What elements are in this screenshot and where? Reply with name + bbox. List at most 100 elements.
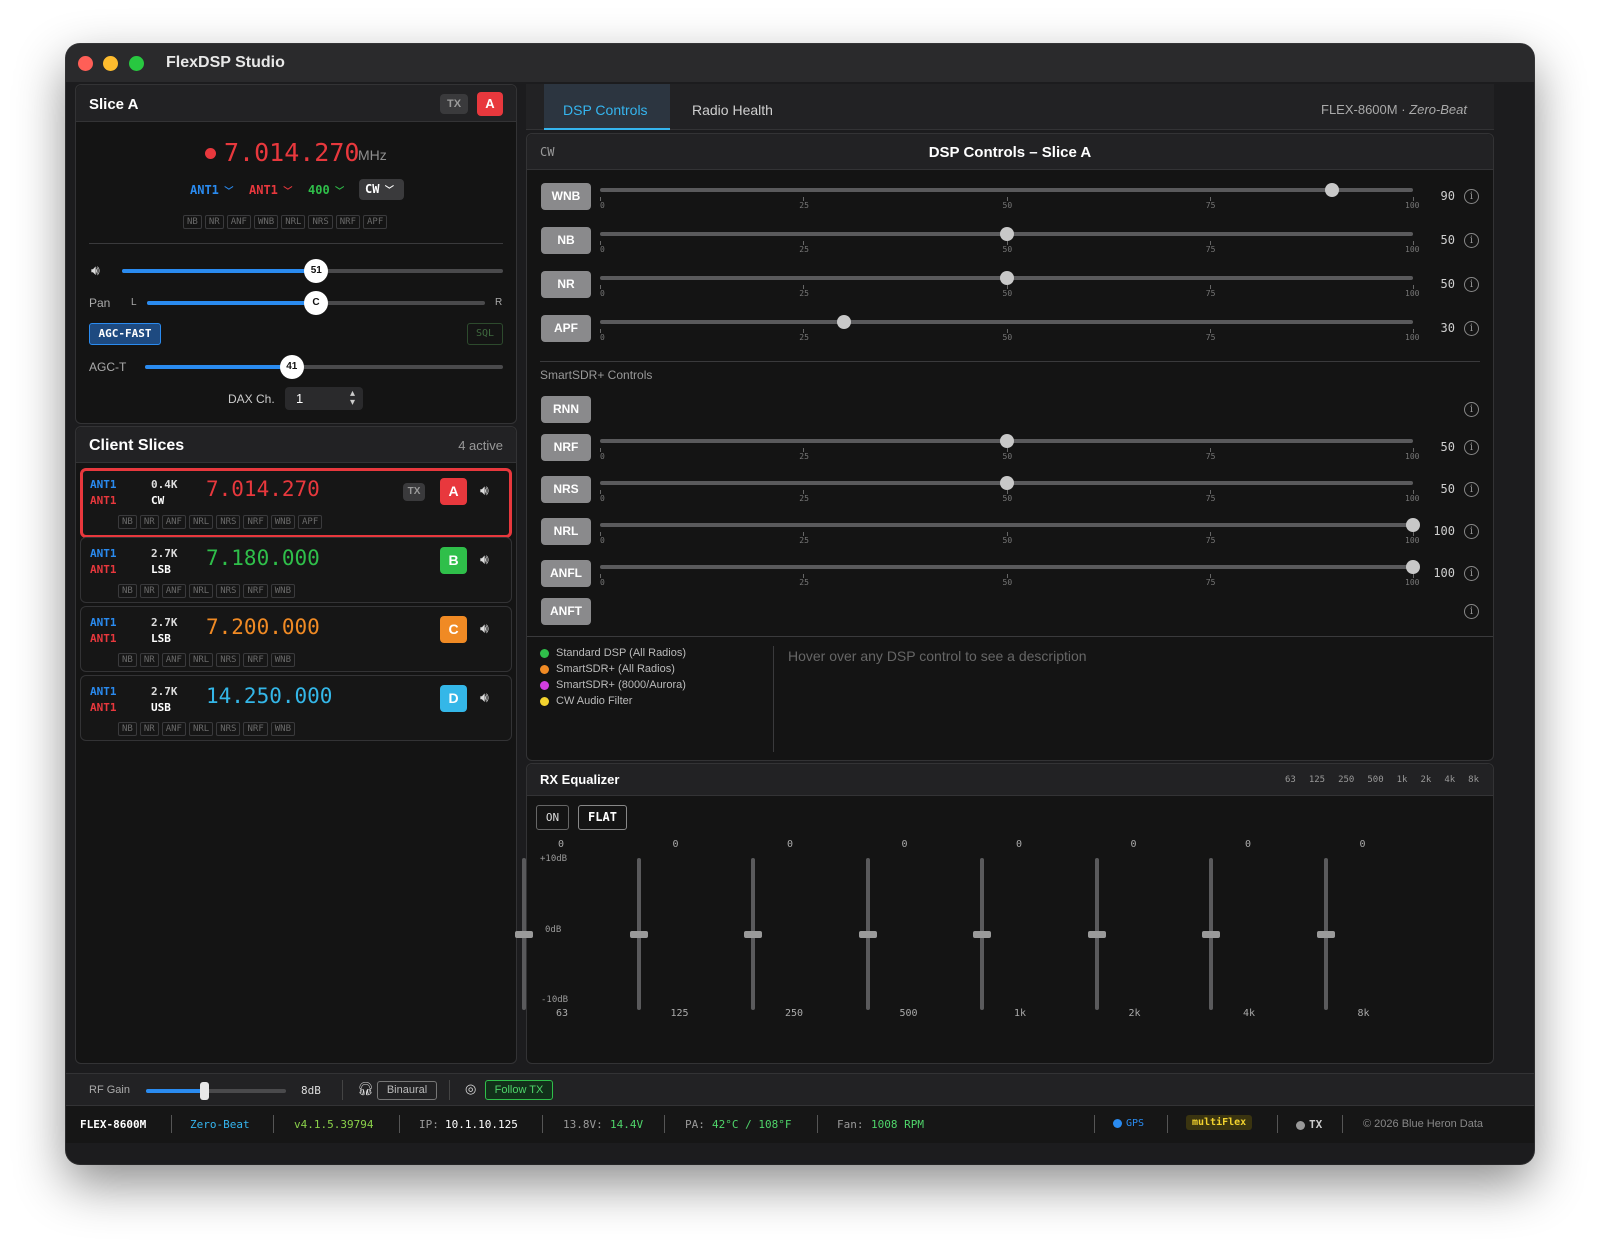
rf-gain-knob[interactable]: [200, 1082, 210, 1100]
agc-mode-button[interactable]: AGC-FAST: [89, 323, 161, 345]
dsp-toggle-nr[interactable]: NR: [541, 271, 591, 298]
dsp-chip[interactable]: WNB: [270, 515, 296, 529]
dsp-chip[interactable]: ANF: [161, 515, 186, 529]
close-window-button[interactable]: [78, 56, 93, 71]
agct-slider[interactable]: 41: [145, 355, 503, 379]
slice-row-frequency[interactable]: 7.014.270: [206, 477, 320, 501]
eq-slider-handle[interactable]: [629, 931, 648, 938]
eq-slider-handle[interactable]: [858, 931, 877, 938]
filter-select[interactable]: 400 ﹀: [308, 183, 344, 197]
multiflex-badge[interactable]: multiFlex: [1186, 1115, 1253, 1130]
dsp-slider-anfl[interactable]: [600, 560, 1420, 574]
speaker-icon[interactable]: 🔊︎: [91, 262, 100, 279]
dsp-slider-nr[interactable]: [600, 271, 1413, 285]
info-icon[interactable]: i: [1464, 402, 1479, 417]
dsp-slider-knob[interactable]: [836, 315, 851, 329]
info-icon[interactable]: i: [1464, 277, 1479, 292]
slice-row[interactable]: ANT1 ANT1 0.4K CW 7.014.270 TX A 🔊︎ NB NR ANF NRL NR…: [80, 468, 512, 538]
follow-tx-button[interactable]: Follow TX: [485, 1080, 553, 1100]
maximize-window-button[interactable]: [129, 56, 144, 71]
dsp-toggle-wnb[interactable]: WNB: [541, 183, 591, 210]
dsp-chip[interactable]: NRL: [188, 653, 214, 667]
info-icon[interactable]: i: [1464, 482, 1479, 497]
volume-slider[interactable]: 51: [122, 259, 503, 283]
dsp-slider-nrf[interactable]: [600, 434, 1413, 448]
slice-row[interactable]: ANT1 ANT1 2.7K LSB 7.200.000 C 🔊︎ NB NR ANF NRL NRS…: [80, 606, 512, 672]
rx-antenna-select[interactable]: ANT1 ﹀: [190, 183, 233, 197]
dsp-chip[interactable]: NRL: [188, 722, 214, 736]
speaker-icon[interactable]: 🔊︎: [480, 689, 489, 706]
info-icon[interactable]: i: [1464, 189, 1479, 204]
info-icon[interactable]: i: [1464, 604, 1479, 619]
slice-row-letter-badge[interactable]: A: [440, 478, 467, 505]
dsp-chip[interactable]: APF: [363, 215, 388, 229]
dsp-chip[interactable]: NRF: [243, 653, 268, 667]
info-icon[interactable]: i: [1464, 233, 1479, 248]
dsp-chip[interactable]: NRL: [188, 584, 214, 598]
info-icon[interactable]: i: [1464, 321, 1479, 336]
dsp-chip[interactable]: NB: [118, 584, 137, 598]
dsp-chip[interactable]: NRS: [216, 722, 241, 736]
eq-slider-handle[interactable]: [1316, 931, 1335, 938]
dsp-chip[interactable]: NB: [183, 215, 202, 229]
dsp-toggle-anft[interactable]: ANFT: [541, 598, 591, 625]
dsp-chip[interactable]: NB: [118, 722, 137, 736]
dsp-slider-knob[interactable]: [999, 434, 1014, 448]
dsp-chip[interactable]: WNB: [270, 584, 296, 598]
dsp-chip[interactable]: WNB: [253, 215, 279, 229]
dsp-chip[interactable]: NB: [118, 515, 137, 529]
eq-slider-handle[interactable]: [1087, 931, 1106, 938]
dsp-toggle-nrf[interactable]: NRF: [541, 434, 591, 461]
dsp-slider-knob[interactable]: [999, 476, 1014, 490]
dsp-chip[interactable]: NRF: [335, 215, 361, 229]
slice-row-frequency[interactable]: 7.200.000: [206, 615, 320, 639]
eq-on-button[interactable]: ON: [536, 805, 569, 830]
dax-channel-stepper[interactable]: 1 ▴ ▾: [285, 387, 363, 410]
dsp-chip[interactable]: APF: [298, 515, 323, 529]
dsp-chip[interactable]: NR: [139, 722, 159, 736]
info-icon[interactable]: i: [1464, 566, 1479, 581]
dsp-chip[interactable]: NRS: [216, 515, 241, 529]
dsp-chip[interactable]: WNB: [270, 653, 296, 667]
dsp-chip[interactable]: NRL: [281, 215, 306, 229]
squelch-button[interactable]: SQL: [467, 323, 503, 345]
dsp-chip[interactable]: NR: [204, 215, 224, 229]
binaural-button[interactable]: Binaural: [377, 1081, 437, 1100]
dsp-slider-apf[interactable]: [600, 315, 1413, 329]
eq-slider-handle[interactable]: [515, 931, 533, 938]
dsp-chip[interactable]: NR: [139, 653, 159, 667]
tab-dsp-controls[interactable]: DSP Controls: [544, 84, 670, 130]
dsp-chip[interactable]: ANF: [161, 584, 186, 598]
slice-frequency[interactable]: 7.014.270: [224, 138, 359, 167]
dsp-chip[interactable]: NR: [139, 515, 159, 529]
dsp-chip[interactable]: ANF: [226, 215, 251, 229]
volume-knob[interactable]: 51: [304, 259, 329, 283]
dsp-chip[interactable]: NB: [118, 653, 137, 667]
dsp-slider-knob[interactable]: [999, 227, 1014, 241]
mode-select[interactable]: CW ﹀: [359, 179, 404, 200]
dsp-slider-knob[interactable]: [1406, 560, 1420, 574]
dsp-toggle-nrs[interactable]: NRS: [541, 476, 591, 503]
slice-row-frequency[interactable]: 14.250.000: [206, 684, 332, 708]
slice-row-letter-badge[interactable]: D: [440, 685, 467, 712]
speaker-icon[interactable]: 🔊︎: [480, 482, 489, 499]
eq-slider-handle[interactable]: [744, 931, 762, 938]
pan-slider[interactable]: C: [147, 291, 485, 315]
dsp-chip[interactable]: NRS: [216, 584, 241, 598]
dsp-chip[interactable]: ANF: [161, 722, 186, 736]
dsp-slider-nb[interactable]: [600, 227, 1413, 241]
rf-gain-slider[interactable]: [146, 1082, 286, 1100]
dsp-slider-nrs[interactable]: [600, 476, 1413, 490]
eq-slider-handle[interactable]: [1202, 931, 1220, 938]
slice-row[interactable]: ANT1 ANT1 2.7K USB 14.250.000 D 🔊︎ NB NR ANF NRL NR…: [80, 675, 512, 741]
slice-letter-badge[interactable]: A: [477, 92, 503, 116]
dsp-toggle-nb[interactable]: NB: [541, 227, 591, 254]
dsp-chip[interactable]: NRL: [188, 515, 214, 529]
slice-row-letter-badge[interactable]: B: [440, 547, 467, 574]
slice-row-letter-badge[interactable]: C: [440, 616, 467, 643]
dsp-toggle-anfl[interactable]: ANFL: [541, 560, 591, 587]
dsp-chip[interactable]: WNB: [270, 722, 296, 736]
dsp-slider-wnb[interactable]: [600, 183, 1413, 197]
slice-row[interactable]: ANT1 ANT1 2.7K LSB 7.180.000 B 🔊︎ NB NR ANF NRL NRS…: [80, 537, 512, 603]
dsp-slider-knob[interactable]: [999, 271, 1014, 285]
